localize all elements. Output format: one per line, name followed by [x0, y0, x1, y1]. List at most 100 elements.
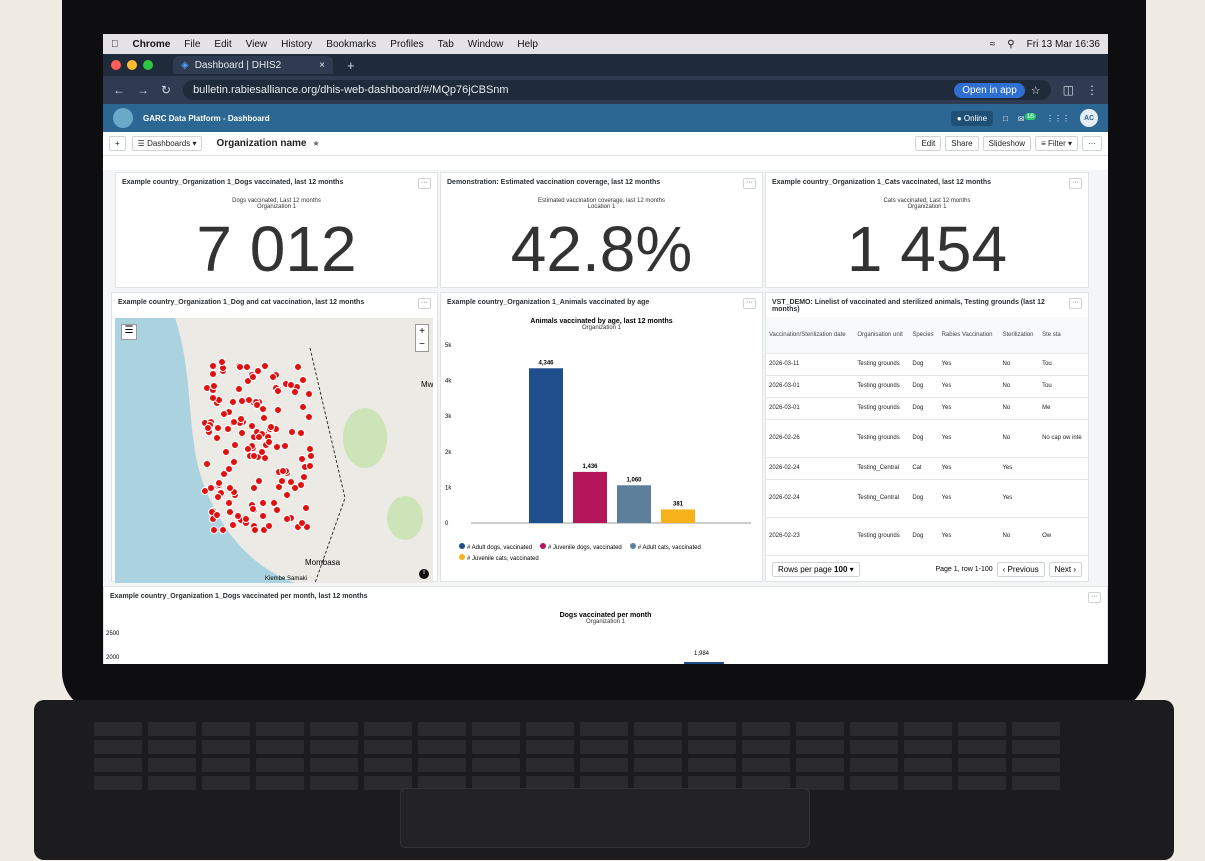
menu-history[interactable]: History: [281, 39, 312, 50]
table-row[interactable]: 2026-03-01 Testing grounds Dog Yes No Tou: [766, 375, 1088, 398]
map-point[interactable]: [264, 437, 273, 446]
previous-button[interactable]: ‹ Previous: [996, 562, 1045, 577]
column-header[interactable]: Vaccination/Sterilization date: [766, 317, 855, 354]
legend-item[interactable]: # Juvenile cats, vaccinated: [459, 554, 539, 562]
map-point[interactable]: [269, 499, 278, 508]
rows-per-page-select[interactable]: Rows per page 100 ▾: [772, 562, 860, 577]
map-point[interactable]: [209, 369, 218, 378]
menu-bookmarks[interactable]: Bookmarks: [326, 39, 376, 50]
dashboards-dropdown[interactable]: ☰ Dashboards ▾: [131, 136, 203, 151]
map-point[interactable]: [222, 447, 230, 456]
menu-edit[interactable]: Edit: [214, 39, 231, 50]
forward-icon[interactable]: →: [137, 83, 149, 97]
table-row[interactable]: 2026-02-24 Testing_Central Dog Yes Yes: [766, 479, 1088, 518]
map-point[interactable]: [305, 445, 314, 454]
add-dashboard-button[interactable]: +: [109, 136, 126, 151]
map-point[interactable]: [208, 361, 217, 370]
zoom-controls[interactable]: + −: [415, 324, 429, 352]
map-point[interactable]: [213, 424, 222, 433]
more-button[interactable]: ···: [1082, 136, 1102, 151]
map-point[interactable]: [298, 454, 307, 463]
map-point[interactable]: [237, 428, 246, 437]
bar-0[interactable]: [529, 368, 563, 523]
filter-button[interactable]: ≡ Filter ▾: [1035, 136, 1078, 151]
menu-tab[interactable]: Tab: [438, 39, 454, 50]
map-point[interactable]: [282, 491, 291, 499]
menu-profiles[interactable]: Profiles: [390, 39, 423, 50]
column-header[interactable]: Rabies Vaccination: [938, 317, 1000, 354]
map-point[interactable]: [236, 415, 245, 424]
map-point[interactable]: [258, 447, 266, 456]
card-menu-button[interactable]: ···: [1069, 298, 1082, 309]
map-point[interactable]: [233, 512, 242, 521]
map-point[interactable]: [273, 405, 282, 414]
trackpad[interactable]: [400, 788, 810, 848]
card-menu-button[interactable]: ···: [743, 298, 756, 309]
card-menu-button[interactable]: ···: [1069, 178, 1082, 189]
legend-item[interactable]: # Adult dogs, vaccinated: [459, 543, 532, 551]
menu-app[interactable]: Chrome: [133, 39, 171, 50]
map-point[interactable]: [214, 478, 223, 487]
table-row[interactable]: 2026-03-01 Testing grounds Dog Yes No Me: [766, 397, 1088, 420]
map-canvas[interactable]: ☰ + − Mombasa Mw Kiembe Samaki i: [115, 318, 433, 583]
share-button[interactable]: Share: [945, 136, 979, 151]
map-point[interactable]: [225, 464, 234, 473]
star-icon[interactable]: ☆: [1031, 84, 1041, 97]
star-icon[interactable]: ★: [312, 139, 319, 148]
map-point[interactable]: [268, 372, 277, 381]
column-header[interactable]: Organisation unit: [854, 317, 910, 354]
chat-icon[interactable]: □: [1003, 114, 1008, 123]
bar-3[interactable]: [661, 509, 695, 523]
map-point[interactable]: [230, 457, 239, 466]
map-point[interactable]: [209, 382, 218, 391]
table-row[interactable]: 2026-03-11 Testing grounds Dog Yes No Tou: [766, 353, 1088, 376]
legend-item[interactable]: # Adult cats, vaccinated: [629, 543, 701, 551]
table-row[interactable]: 2026-02-23 Testing grounds Dog Yes No Ow: [766, 517, 1088, 556]
open-in-app-button[interactable]: Open in app: [954, 82, 1025, 98]
browser-tab[interactable]: ◈ Dashboard | DHIS2 ×: [173, 56, 333, 74]
menu-file[interactable]: File: [184, 39, 200, 50]
extensions-icon[interactable]: ◫: [1063, 83, 1074, 97]
close-tab-icon[interactable]: ×: [319, 60, 325, 71]
card-menu-button[interactable]: ···: [743, 178, 756, 189]
map-point[interactable]: [278, 466, 287, 475]
reload-icon[interactable]: ↻: [161, 83, 171, 97]
slideshow-button[interactable]: Slideshow: [982, 136, 1032, 151]
back-icon[interactable]: ←: [113, 83, 125, 97]
map-point[interactable]: [230, 441, 239, 449]
map-point[interactable]: [298, 402, 307, 411]
minimize-window-icon[interactable]: [127, 60, 137, 70]
map-point[interactable]: [280, 441, 289, 450]
card-menu-button[interactable]: ···: [418, 178, 431, 189]
map-point[interactable]: [264, 522, 273, 530]
legend-item[interactable]: # Juvenile dogs, vaccinated: [540, 543, 622, 551]
map-point[interactable]: [213, 433, 222, 442]
info-icon[interactable]: i: [419, 569, 429, 579]
bar-1[interactable]: [573, 471, 607, 523]
map-point[interactable]: [277, 476, 286, 485]
map-point[interactable]: [297, 519, 306, 528]
edit-button[interactable]: Edit: [915, 136, 942, 151]
search-icon[interactable]: ⚲: [1007, 39, 1014, 50]
map-point[interactable]: [248, 372, 257, 381]
garc-logo[interactable]: [113, 108, 133, 128]
clock[interactable]: Fri 13 Mar 16:36: [1027, 39, 1100, 50]
url-field[interactable]: bulletin.rabiesalliance.org/dhis-web-das…: [183, 80, 1051, 100]
column-header[interactable]: Sterilization: [999, 317, 1040, 354]
map-point[interactable]: [244, 444, 253, 453]
map-point[interactable]: [225, 483, 234, 492]
next-button[interactable]: Next ›: [1048, 562, 1082, 577]
map-point[interactable]: [213, 510, 222, 519]
menu-dots-icon[interactable]: ⋮: [1086, 83, 1098, 97]
bar-2[interactable]: [617, 485, 651, 523]
close-window-icon[interactable]: [111, 60, 121, 70]
menu-help[interactable]: Help: [517, 39, 538, 50]
map-point[interactable]: [229, 520, 238, 529]
menu-view[interactable]: View: [246, 39, 268, 50]
map-point[interactable]: [203, 424, 212, 433]
map-point[interactable]: [293, 362, 302, 371]
apps-icon[interactable]: ⋮⋮⋮: [1046, 114, 1070, 123]
map-point[interactable]: [272, 442, 281, 451]
column-header[interactable]: Species: [909, 317, 939, 354]
map-point[interactable]: [305, 461, 314, 470]
